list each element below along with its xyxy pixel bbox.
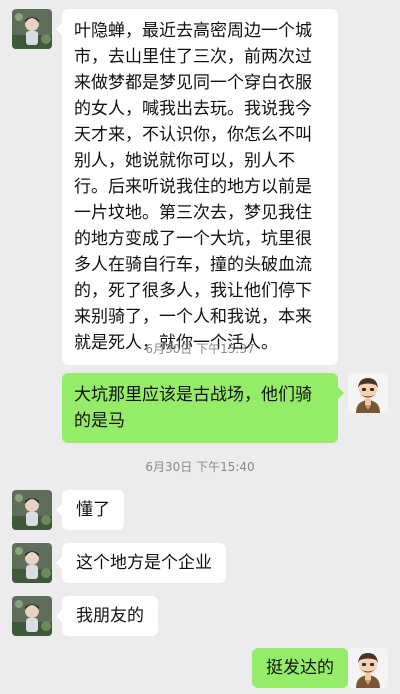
message-bubble-incoming[interactable]: 这个地方是个企业 [56, 543, 226, 583]
message-text: 挺发达的 [266, 658, 334, 678]
message-text: 叶隐蝉，最近去高密周边一个城市，去山里住了三次，前两次过来做梦都是梦见同一个穿白… [74, 21, 312, 353]
message-timestamp: 6月30日 下午15:37 [145, 342, 255, 356]
user-avatar[interactable] [348, 373, 388, 413]
message-text: 这个地方是个企业 [76, 553, 212, 573]
contact-avatar[interactable] [12, 596, 52, 636]
contact-avatar[interactable] [12, 543, 52, 583]
contact-avatar[interactable] [12, 490, 52, 530]
message-text: 懂了 [76, 500, 110, 520]
message-timestamp: 6月30日 下午15:40 [145, 460, 255, 474]
message-bubble-outgoing[interactable]: 大坑那里应该是古战场，他们骑的是马 [62, 373, 344, 443]
user-avatar[interactable] [348, 648, 388, 688]
message-text: 大坑那里应该是古战场，他们骑的是马 [74, 385, 312, 431]
chat-area[interactable]: 叶隐蝉，最近去高密周边一个城市，去山里住了三次，前两次过来做梦都是梦见同一个穿白… [0, 0, 400, 694]
message-bubble-incoming[interactable]: 懂了 [56, 490, 124, 530]
message-text: 我朋友的 [76, 606, 144, 626]
message-bubble-incoming[interactable]: 我朋友的 [56, 596, 158, 636]
contact-avatar[interactable] [12, 9, 52, 49]
message-bubble-outgoing[interactable]: 挺发达的 [252, 648, 354, 688]
message-bubble-incoming[interactable]: 叶隐蝉，最近去高密周边一个城市，去山里住了三次，前两次过来做梦都是梦见同一个穿白… [56, 9, 338, 365]
